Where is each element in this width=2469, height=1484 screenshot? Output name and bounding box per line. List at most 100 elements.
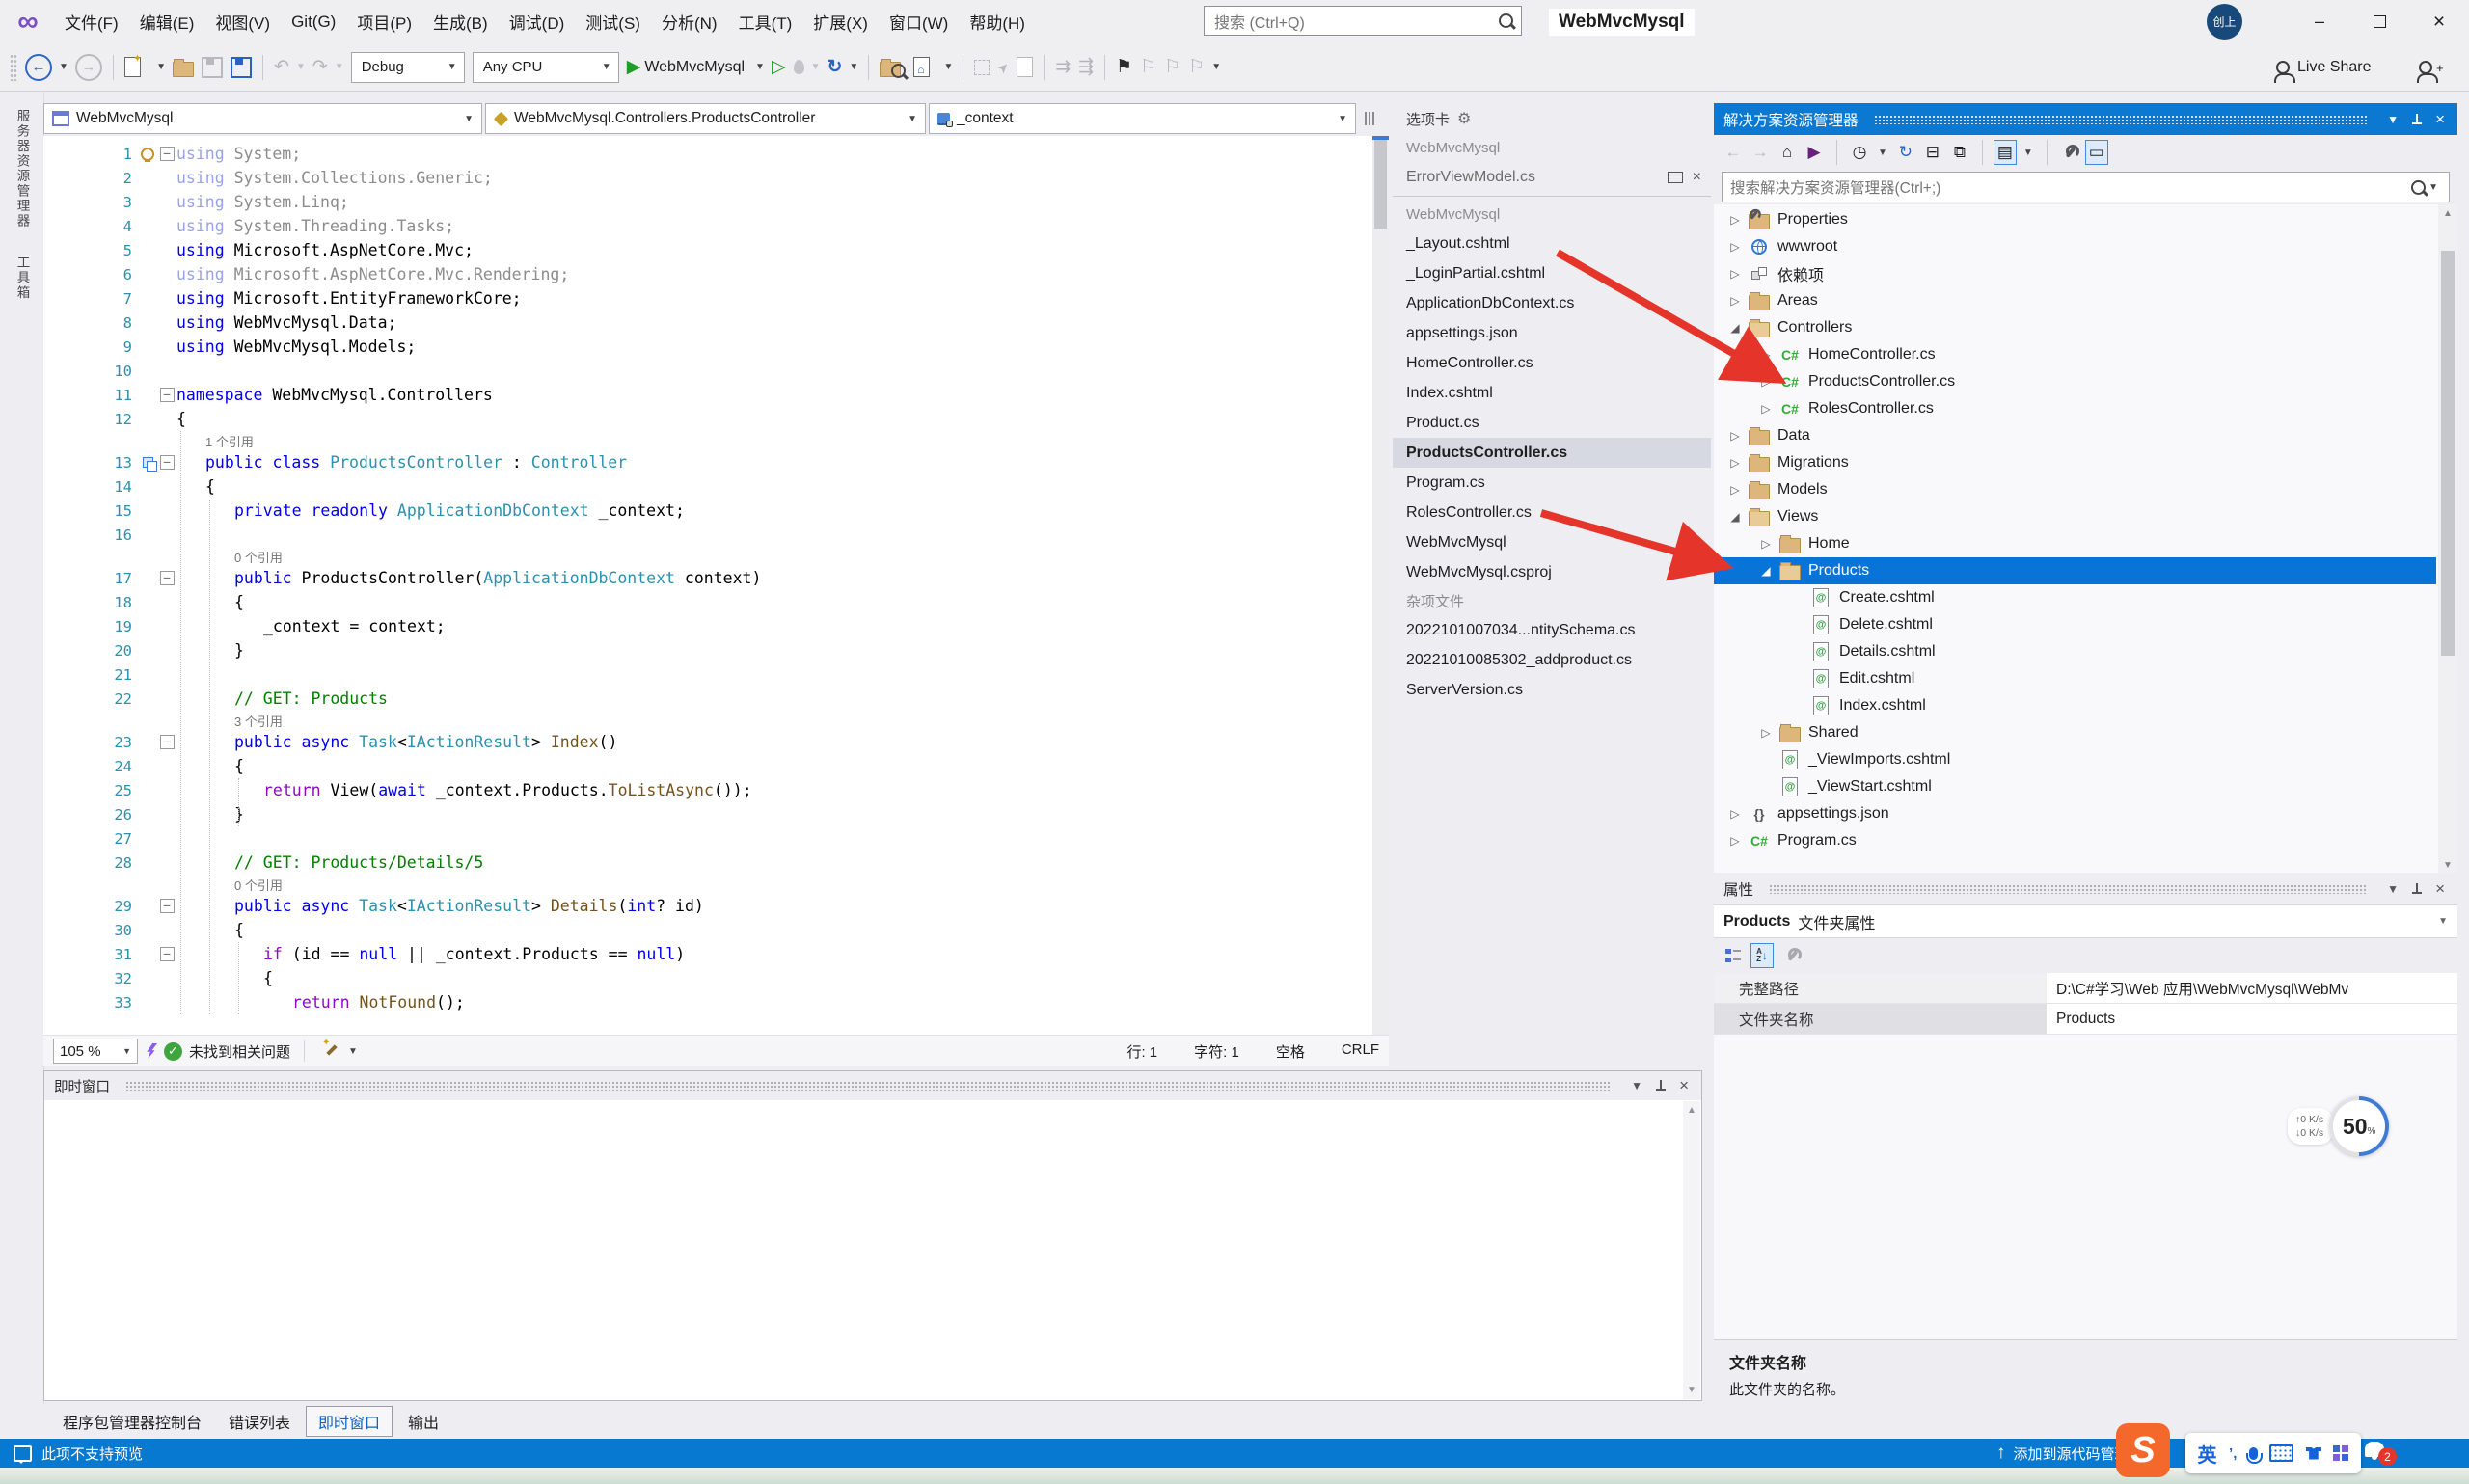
collapse-icon[interactable]: ◢ — [1727, 321, 1743, 335]
menu-item-Git(G)[interactable]: Git(G) — [281, 0, 346, 43]
collapse-icon[interactable]: ◢ — [1727, 510, 1743, 524]
tree-item-Index.cshtml[interactable]: @Index.cshtml — [1714, 692, 2436, 719]
network-speed-widget[interactable]: ↑0 K/s ↓0 K/s 50 % — [2288, 1090, 2438, 1163]
lightbulb-icon[interactable] — [141, 148, 154, 161]
run-button[interactable]: ▶WebMvcMysql — [623, 52, 752, 83]
menu-item-编辑(E)[interactable]: 编辑(E) — [129, 0, 205, 43]
expand-icon[interactable]: ▷ — [1758, 375, 1774, 389]
dropdown-caret-icon[interactable]: ▼ — [846, 62, 861, 72]
collapse-all-icon[interactable]: ⊟ — [1921, 140, 1944, 165]
tree-item-Delete.cshtml[interactable]: @Delete.cshtml — [1714, 611, 2436, 638]
ime-skin-icon[interactable] — [2306, 1447, 2321, 1460]
menu-item-视图(V)[interactable]: 视图(V) — [204, 0, 281, 43]
tree-item-Edit.cshtml[interactable]: @Edit.cshtml — [1714, 665, 2436, 692]
line-ending-indicator[interactable]: CRLF — [1342, 1041, 1379, 1062]
microphone-icon[interactable] — [2249, 1447, 2258, 1460]
add-to-source-control-button[interactable]: ↑ 添加到源代码管理 — [1996, 1443, 2130, 1464]
collapse-icon[interactable]: ◢ — [1758, 564, 1774, 578]
sidebar-tab-工具箱[interactable]: 工具箱 — [13, 246, 32, 310]
properties-pages-icon[interactable]: ⧉ — [1948, 140, 1971, 165]
open-document-item[interactable]: WebMvcMysql — [1393, 527, 1711, 557]
restore-button[interactable] — [2349, 0, 2409, 43]
collapse-icon[interactable]: – — [160, 455, 175, 470]
tree-item-Shared[interactable]: ▷Shared — [1714, 719, 2436, 746]
dropdown-caret-icon[interactable]: ▼ — [2021, 148, 2036, 158]
dropdown-caret-icon[interactable]: ▼ — [56, 62, 71, 72]
close-icon[interactable]: × — [1674, 1076, 1694, 1095]
open-document-item[interactable]: WebMvcMysql.csproj — [1393, 557, 1711, 587]
show-all-files-icon[interactable]: ▤ — [1994, 140, 2017, 165]
find-in-files-icon[interactable] — [876, 52, 909, 83]
usage-ring[interactable]: 50 % — [2329, 1096, 2389, 1156]
toolbar-drag-handle[interactable] — [10, 54, 17, 81]
editor-scrollbar[interactable] — [1372, 136, 1389, 1035]
tree-item-Details.cshtml[interactable]: @Details.cshtml — [1714, 638, 2436, 665]
tree-item-appsettings.json[interactable]: ▷{}appsettings.json — [1714, 800, 2436, 827]
open-folder-icon[interactable] — [169, 52, 198, 83]
pending-clock-icon[interactable]: ◷ — [1848, 140, 1871, 165]
ime-language-toggle[interactable]: 英 — [2198, 1440, 2217, 1468]
tree-item-HomeController.cs[interactable]: ▷C#HomeController.cs — [1714, 341, 2436, 368]
expand-icon[interactable]: ▷ — [1758, 402, 1774, 416]
bottom-tab-即时窗口[interactable]: 即时窗口 — [306, 1406, 393, 1437]
tree-item-Program.cs[interactable]: ▷C#Program.cs — [1714, 827, 2436, 854]
immediate-scrollbar[interactable]: ▲ ▼ — [1683, 1101, 1700, 1399]
dropdown-caret-icon[interactable]: ▼ — [941, 62, 957, 72]
sync-with-active-document-icon[interactable]: ⌂ — [909, 52, 940, 83]
expand-icon[interactable]: ▷ — [1727, 429, 1743, 443]
minimize-button[interactable]: – — [2290, 0, 2349, 43]
tree-item-Properties[interactable]: ▷Properties — [1714, 206, 2436, 233]
menu-item-扩展(X)[interactable]: 扩展(X) — [802, 0, 879, 43]
collapse-icon[interactable]: – — [160, 571, 175, 585]
open-document-item[interactable]: Program.cs — [1393, 468, 1711, 498]
live-share-button[interactable]: Live Share — [2276, 50, 2372, 85]
collapse-icon[interactable]: – — [160, 388, 175, 402]
bottom-tab-程序包管理器控制台[interactable]: 程序包管理器控制台 — [51, 1407, 213, 1436]
expand-icon[interactable]: ▷ — [1758, 537, 1774, 551]
tree-item-Data[interactable]: ▷Data — [1714, 422, 2436, 449]
tree-item-wwwroot[interactable]: ▷wwwroot — [1714, 233, 2436, 260]
tree-item-_ViewStart.cshtml[interactable]: @_ViewStart.cshtml — [1714, 773, 2436, 800]
expand-icon[interactable]: ▷ — [1727, 483, 1743, 497]
solution-explorer-search[interactable]: 搜索解决方案资源管理器(Ctrl+;) ▼ — [1722, 172, 2450, 202]
zoom-level-dropdown[interactable]: 105 % ▼ — [53, 1039, 138, 1064]
menu-item-测试(S)[interactable]: 测试(S) — [575, 0, 651, 43]
open-document-item[interactable]: appsettings.json — [1393, 318, 1711, 348]
ime-punctuation-toggle[interactable]: ’, — [2229, 1445, 2237, 1462]
tree-item-Home[interactable]: ▷Home — [1714, 530, 2436, 557]
open-document-item[interactable]: ProductsController.cs — [1393, 438, 1711, 468]
keep-open-icon[interactable] — [1668, 172, 1683, 183]
column-indicator[interactable]: 字符: 1 — [1194, 1041, 1239, 1062]
tree-item-Products[interactable]: ◢Products — [1714, 557, 2436, 584]
new-item-icon[interactable]: ✦ — [121, 52, 153, 83]
menu-item-帮助(H)[interactable]: 帮助(H) — [959, 0, 1036, 43]
dropdown-caret-icon[interactable]: ▼ — [153, 62, 169, 72]
spaces-indicator[interactable]: 空格 — [1276, 1041, 1305, 1062]
sogou-logo[interactable]: S — [2116, 1423, 2170, 1477]
sidebar-tab-服务器资源管理器[interactable]: 服务器资源管理器 — [13, 99, 32, 238]
tree-item-Controllers[interactable]: ◢Controllers — [1714, 314, 2436, 341]
expand-icon[interactable]: ▷ — [1727, 456, 1743, 470]
back-icon[interactable]: ← — [21, 52, 56, 83]
property-value[interactable]: D:\C#学习\Web 应用\WebMvcMysql\WebMv — [2047, 973, 2457, 1003]
member-dropdown[interactable]: _context ▼ — [929, 103, 1356, 134]
tree-item-ProductsController.cs[interactable]: ▷C#ProductsController.cs — [1714, 368, 2436, 395]
open-document-item[interactable]: _Layout.cshtml — [1393, 229, 1711, 258]
code-tag-icon[interactable] — [143, 457, 153, 468]
open-document-item[interactable]: Product.cs — [1393, 408, 1711, 438]
menu-item-项目(P)[interactable]: 项目(P) — [346, 0, 422, 43]
restart-icon[interactable]: ↻ — [823, 52, 846, 83]
expand-icon[interactable]: ▷ — [1758, 726, 1774, 740]
menu-item-分析(N)[interactable]: 分析(N) — [651, 0, 728, 43]
open-document-item[interactable]: 2022101007034...ntitySchema.cs — [1393, 615, 1711, 645]
window-position-caret[interactable]: ▼ — [2382, 113, 2403, 126]
open-document-item[interactable]: _LoginPartial.cshtml — [1393, 258, 1711, 288]
collapse-icon[interactable]: – — [160, 947, 175, 961]
gear-icon[interactable]: ⚙ — [1457, 109, 1471, 128]
dropdown-caret-icon[interactable]: ▼ — [752, 62, 768, 72]
open-document-item[interactable]: Index.cshtml — [1393, 378, 1711, 408]
pin-icon[interactable] — [1655, 1079, 1667, 1093]
alphabetical-sort-button[interactable]: AZ↓ — [1750, 943, 1774, 968]
pin-icon[interactable] — [2411, 882, 2423, 896]
collapse-icon[interactable]: – — [160, 147, 175, 161]
